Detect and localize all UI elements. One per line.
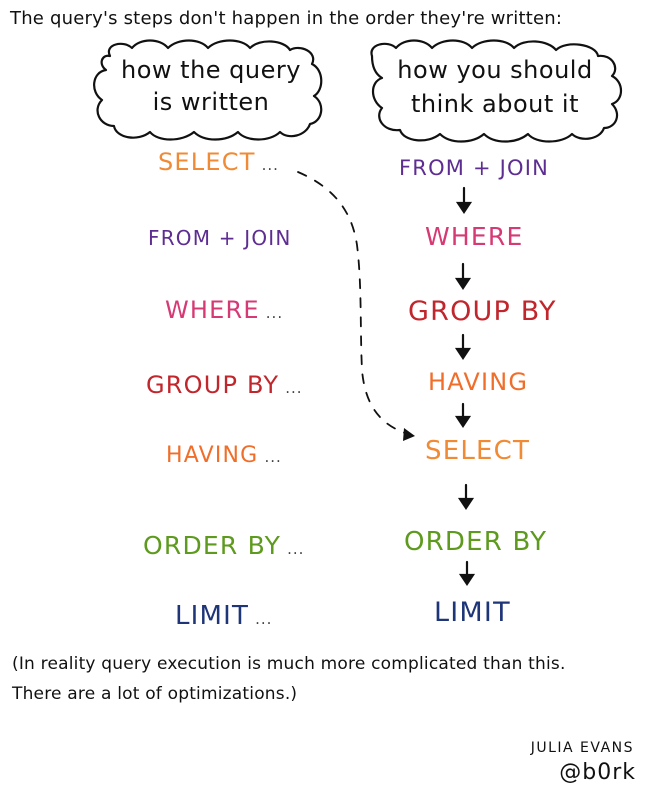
left-clause-label: GROUP BY xyxy=(146,371,280,399)
down-arrow xyxy=(454,402,472,428)
left-clause-group-by: GROUP BY... xyxy=(146,371,303,399)
author-name: JULIA EVANS xyxy=(530,740,634,756)
right-clause-select: SELECT xyxy=(425,436,531,466)
left-cloud-line1: how the query xyxy=(121,56,301,84)
right-clause-limit: LIMIT xyxy=(434,597,511,628)
right-cloud-line1: how you should xyxy=(397,56,593,84)
footer-note-line2: There are a lot of optimizations.) xyxy=(12,684,298,704)
reorder-arrowhead xyxy=(403,428,415,441)
left-clause-label: LIMIT xyxy=(175,601,250,631)
right-clause-where: WHERE xyxy=(425,222,524,251)
left-clause-label: FROM + JOIN xyxy=(148,226,292,250)
left-clause-label: HAVING xyxy=(166,443,259,468)
down-arrow xyxy=(454,333,472,360)
right-clause-group-by: GROUP BY xyxy=(408,296,557,327)
footer-note-line1: (In reality query execution is much more… xyxy=(12,654,566,674)
left-clause-label: SELECT xyxy=(158,148,256,176)
left-clause-label: ORDER BY xyxy=(143,531,282,560)
left-clause-ellipsis: ... xyxy=(255,610,273,628)
reorder-dashed-arrow xyxy=(297,171,409,435)
right-cloud-line2: think about it xyxy=(411,90,579,118)
left-cloud-line2: is written xyxy=(152,88,270,116)
left-clause-ellipsis: ... xyxy=(264,448,282,466)
left-clause-ellipsis: ... xyxy=(285,379,303,397)
author-handle: @b0rk xyxy=(559,760,636,785)
right-clause-having: HAVING xyxy=(428,368,529,396)
down-arrow xyxy=(455,186,473,214)
left-clause-where: WHERE... xyxy=(165,296,283,324)
down-arrow xyxy=(458,560,476,586)
left-clause-ellipsis: ... xyxy=(265,304,284,322)
left-clause-label: WHERE xyxy=(165,296,260,324)
right-clause-from-join: FROM + JOIN xyxy=(399,156,550,180)
left-cloud: how the query is written xyxy=(100,50,322,130)
right-clause-order-by: ORDER BY xyxy=(404,527,548,557)
down-arrow xyxy=(454,262,472,290)
left-clause-having: HAVING... xyxy=(166,443,282,468)
left-clause-select: SELECT... xyxy=(158,148,279,176)
left-clause-from-join: FROM + JOIN xyxy=(148,226,292,250)
right-cloud: how you should think about it xyxy=(370,50,620,130)
left-clause-ellipsis: ... xyxy=(261,156,279,174)
down-arrow xyxy=(457,483,475,510)
left-clause-ellipsis: ... xyxy=(287,540,305,558)
left-clause-limit: LIMIT... xyxy=(175,601,272,631)
left-clause-order-by: ORDER BY... xyxy=(143,531,304,560)
